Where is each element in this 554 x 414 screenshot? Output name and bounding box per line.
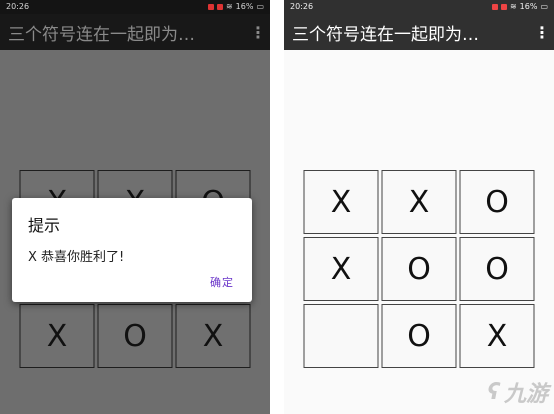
app-title: 三个符号连在一起即为…: [292, 24, 479, 45]
board-cell[interactable]: X: [175, 304, 251, 368]
more-vert-icon[interactable]: ⋮: [534, 23, 550, 42]
notification-icon: [207, 4, 214, 10]
board-cell[interactable]: O: [97, 304, 173, 368]
battery-icon: ▭: [540, 2, 548, 11]
notification-icon: [491, 4, 498, 10]
board-cell[interactable]: X: [19, 304, 95, 368]
more-vert-icon[interactable]: ⋮: [250, 23, 266, 42]
board-cell[interactable]: X: [459, 304, 535, 368]
notification-icon: [500, 4, 507, 10]
app-title: 三个符号连在一起即为…: [8, 24, 195, 45]
watermark-icon: ʕ: [487, 379, 500, 405]
status-bar: 20:26 ≋ 16% ▭: [0, 0, 270, 14]
wifi-icon: ≋: [225, 2, 233, 11]
game-board: X X O X O O O X: [303, 170, 535, 368]
board-cell[interactable]: X: [381, 170, 457, 234]
board-cell[interactable]: X: [303, 170, 379, 234]
app-bar: 三个符号连在一起即为… ⋮: [284, 14, 554, 50]
status-icons: ≋ 16% ▭: [491, 0, 548, 14]
watermark-text: 九游: [503, 382, 548, 407]
status-bar: 20:26 ≋ 16% ▭: [284, 0, 554, 14]
board-cell[interactable]: O: [381, 237, 457, 301]
left-screen: 20:26 ≋ 16% ▭ 三个符号连在一起即为… ⋮ X X O X O X …: [0, 0, 270, 414]
status-icons: ≋ 16% ▭: [207, 0, 264, 14]
notification-icon: [216, 4, 223, 10]
battery-text: 16%: [235, 2, 254, 11]
board-cell[interactable]: [303, 304, 379, 368]
watermark-logo: ʕ 九游: [487, 376, 548, 408]
board-cell[interactable]: X: [303, 237, 379, 301]
battery-text: 16%: [519, 2, 538, 11]
dialog-title: 提示: [28, 216, 61, 235]
right-screen: 20:26 ≋ 16% ▭ 三个符号连在一起即为… ⋮ X X O X O O …: [284, 0, 554, 414]
battery-icon: ▭: [256, 2, 264, 11]
confirm-button[interactable]: 确定: [210, 274, 234, 290]
status-time: 20:26: [6, 2, 30, 11]
result-dialog: 提示 X 恭喜你胜利了! 确定: [12, 198, 252, 302]
app-bar: 三个符号连在一起即为… ⋮: [0, 14, 270, 50]
wifi-icon: ≋: [509, 2, 517, 11]
board-cell[interactable]: O: [381, 304, 457, 368]
dialog-message: X 恭喜你胜利了!: [28, 250, 125, 265]
board-cell[interactable]: O: [459, 237, 535, 301]
status-time: 20:26: [290, 2, 314, 11]
board-cell[interactable]: O: [459, 170, 535, 234]
